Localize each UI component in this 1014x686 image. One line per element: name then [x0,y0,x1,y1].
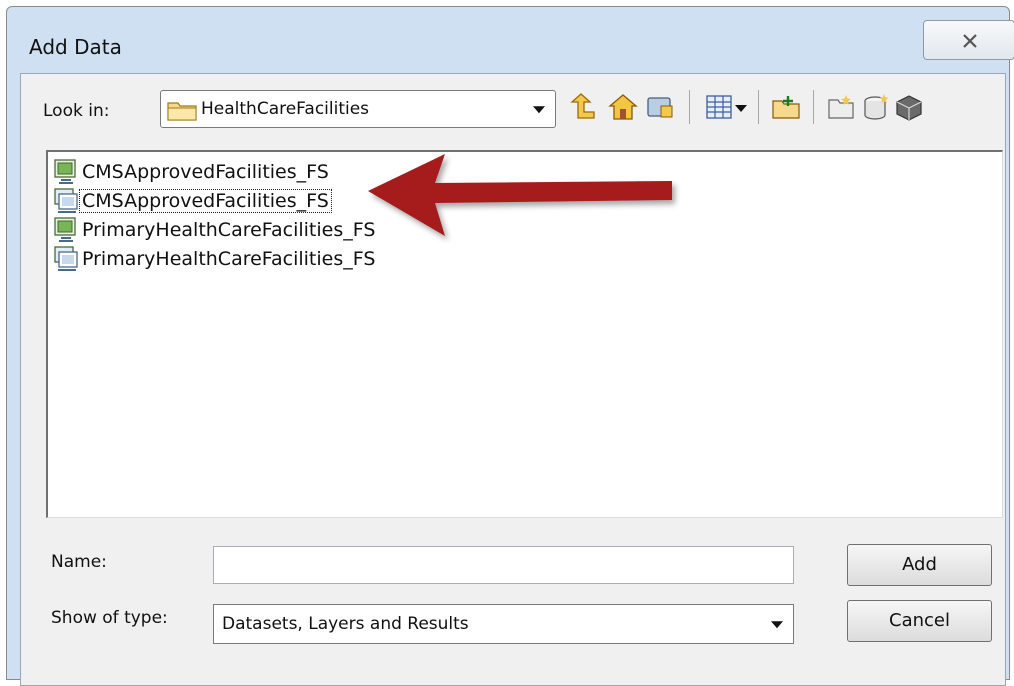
view-list-icon[interactable] [704,92,734,122]
show-of-type-label: Show of type: [51,608,168,628]
list-item[interactable]: CMSApprovedFacilities_FS [52,187,332,215]
folder-icon [167,102,197,121]
list-item-label: PrimaryHealthCareFacilities_FS [82,219,376,241]
show-of-type-value: Datasets, Layers and Results [222,614,469,634]
dialog-body: Look in: HealthCareFacilities CMSApprove… [20,73,1006,686]
close-button[interactable] [923,20,1014,60]
list-item[interactable]: PrimaryHealthCareFacilities_FS [52,245,377,273]
map-service-icon [52,245,80,273]
list-item-label: CMSApprovedFacilities_FS [79,189,332,213]
show-of-type-dropdown[interactable]: Datasets, Layers and Results [213,604,794,644]
name-label: Name: [51,552,107,572]
look-in-dropdown[interactable]: HealthCareFacilities [160,90,556,128]
chevron-down-icon [533,106,545,114]
up-one-level-icon[interactable] [568,92,598,122]
new-folder-icon[interactable] [771,92,801,122]
new-database-icon[interactable] [861,92,891,122]
look-in-label: Look in: [43,101,110,121]
add-data-dialog: Add Data Look in: HealthCareFacilities C… [6,6,1014,686]
list-item-label: PrimaryHealthCareFacilities_FS [82,248,376,270]
new-toolbox-icon[interactable] [894,92,924,122]
layer-icon [52,158,80,186]
toolbar-separator [758,90,759,124]
contents-list[interactable]: CMSApprovedFacilities_FS CMSApprovedFaci… [46,150,1003,518]
add-button[interactable]: Add [847,544,992,586]
connect-to-folder-icon[interactable] [645,92,675,122]
chevron-down-icon [771,621,783,629]
name-input[interactable] [213,546,794,584]
toolbar-separator [689,90,690,124]
list-item-label: CMSApprovedFacilities_FS [82,161,329,183]
close-icon [963,34,977,48]
list-item[interactable]: CMSApprovedFacilities_FS [52,158,331,186]
new-file-icon[interactable] [826,92,856,122]
map-service-icon [52,187,80,215]
home-icon[interactable] [608,92,638,122]
toolbar-separator [813,90,814,124]
layer-icon [52,216,80,244]
dialog-title: Add Data [29,35,122,59]
cancel-button[interactable]: Cancel [847,600,992,642]
view-dropdown-icon[interactable] [733,92,749,122]
list-item[interactable]: PrimaryHealthCareFacilities_FS [52,216,377,244]
look-in-value: HealthCareFacilities [201,99,370,119]
